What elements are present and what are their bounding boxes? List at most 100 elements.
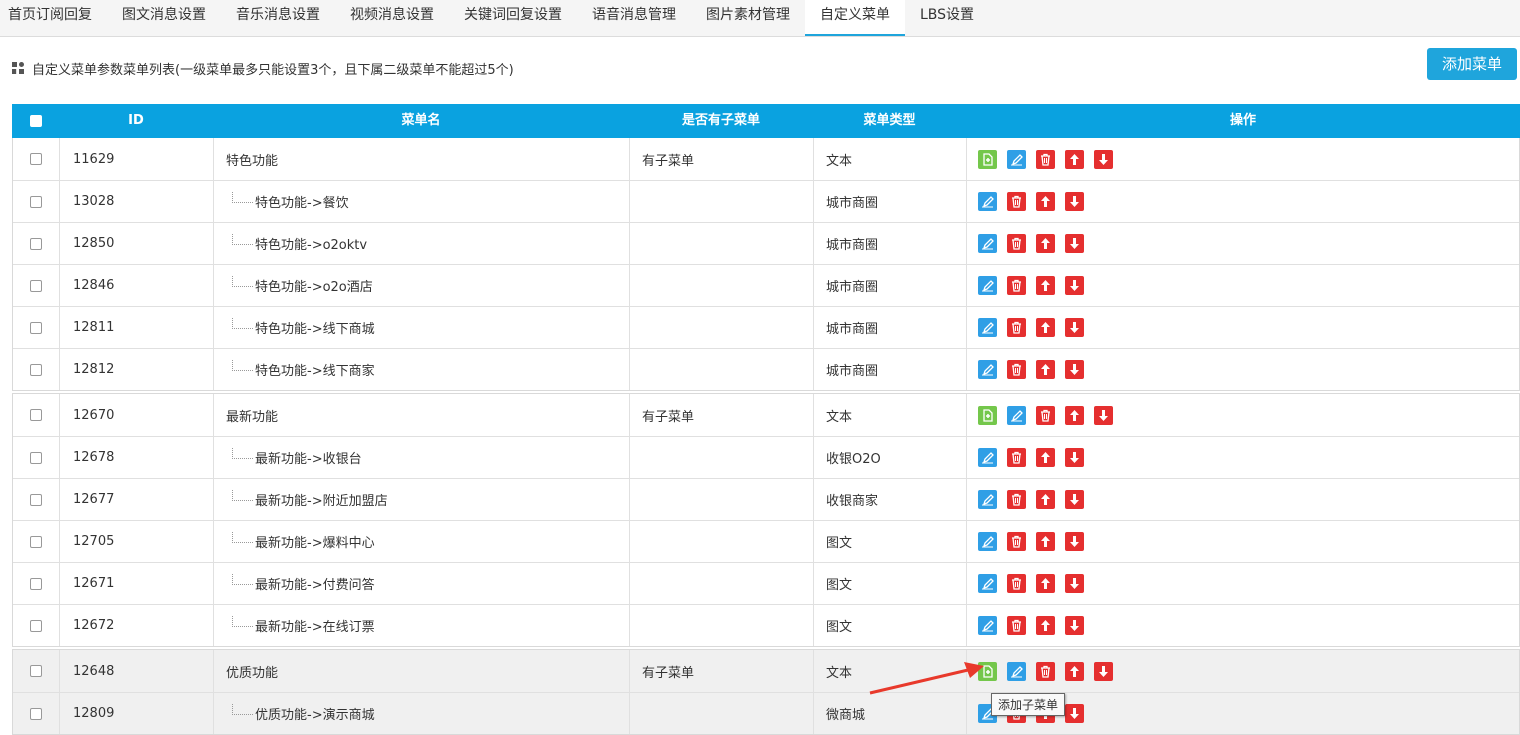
edit-icon[interactable]: [978, 276, 997, 295]
select-all-cell: [12, 104, 59, 138]
delete-icon[interactable]: [1007, 360, 1026, 379]
table-row: 12670 最新功能 有子菜单 文本: [13, 394, 1519, 436]
move-down-icon[interactable]: [1065, 574, 1084, 593]
delete-icon[interactable]: [1007, 318, 1026, 337]
move-up-icon[interactable]: [1036, 490, 1055, 509]
row-checkbox[interactable]: [30, 451, 42, 464]
ops-cell: [967, 563, 1519, 604]
edit-icon[interactable]: [978, 490, 997, 509]
move-down-icon[interactable]: [1065, 234, 1084, 253]
move-down-icon[interactable]: [1065, 448, 1084, 467]
delete-icon[interactable]: [1036, 405, 1055, 425]
table-header: ID 菜单名 是否有子菜单 菜单类型 操作: [12, 104, 1520, 138]
tab-5[interactable]: 语音消息管理: [577, 0, 691, 36]
move-down-icon[interactable]: [1094, 405, 1113, 425]
id-cell: 12677: [60, 479, 214, 520]
add-submenu-icon[interactable]: [978, 405, 997, 425]
menu-group: 11629 特色功能 有子菜单 文本 13028 特色功能->餐饮 城市商圈 12850 特色功…: [12, 138, 1520, 391]
select-cell: [13, 265, 60, 306]
edit-icon[interactable]: [1007, 405, 1026, 425]
move-up-icon[interactable]: [1036, 360, 1055, 379]
tab-0[interactable]: 首页订阅回复: [0, 0, 107, 36]
move-up-icon[interactable]: [1065, 661, 1084, 681]
move-down-icon[interactable]: [1065, 318, 1084, 337]
move-up-icon[interactable]: [1036, 318, 1055, 337]
row-checkbox[interactable]: [30, 237, 42, 250]
edit-icon[interactable]: [978, 532, 997, 551]
select-cell: [13, 521, 60, 562]
delete-icon[interactable]: [1007, 574, 1026, 593]
edit-icon[interactable]: [1007, 661, 1026, 681]
move-down-icon[interactable]: [1065, 616, 1084, 635]
row-checkbox[interactable]: [30, 665, 42, 677]
menu-type: 城市商圈: [826, 322, 879, 337]
move-down-icon[interactable]: [1094, 661, 1113, 681]
tab-8[interactable]: LBS设置: [905, 0, 989, 36]
move-up-icon[interactable]: [1065, 149, 1084, 169]
edit-icon[interactable]: [978, 574, 997, 593]
delete-icon[interactable]: [1007, 192, 1026, 211]
move-up-icon[interactable]: [1036, 532, 1055, 551]
row-checkbox[interactable]: [30, 153, 42, 165]
delete-icon[interactable]: [1007, 616, 1026, 635]
row-checkbox[interactable]: [30, 493, 42, 506]
move-up-icon[interactable]: [1036, 234, 1055, 253]
table-row: 12812 特色功能->线下商家 城市商圈: [13, 348, 1519, 390]
move-down-icon[interactable]: [1065, 532, 1084, 551]
move-up-icon[interactable]: [1036, 276, 1055, 295]
has-sub-cell: [630, 265, 814, 306]
add-menu-button[interactable]: 添加菜单: [1427, 48, 1517, 80]
tab-1[interactable]: 图文消息设置: [107, 0, 221, 36]
move-down-icon[interactable]: [1065, 490, 1084, 509]
row-checkbox[interactable]: [30, 619, 42, 632]
edit-icon[interactable]: [978, 360, 997, 379]
move-up-icon[interactable]: [1036, 192, 1055, 211]
tree-connector: [232, 448, 253, 459]
add-submenu-icon[interactable]: [978, 149, 997, 169]
row-checkbox[interactable]: [30, 409, 42, 421]
edit-icon[interactable]: [978, 448, 997, 467]
tab-2[interactable]: 音乐消息设置: [221, 0, 335, 36]
move-up-icon[interactable]: [1036, 448, 1055, 467]
edit-icon[interactable]: [978, 318, 997, 337]
select-cell: [13, 181, 60, 222]
edit-icon[interactable]: [978, 192, 997, 211]
header-ops: 操作: [1229, 113, 1256, 128]
delete-icon[interactable]: [1036, 661, 1055, 681]
edit-icon[interactable]: [978, 234, 997, 253]
edit-icon[interactable]: [1007, 149, 1026, 169]
tab-3[interactable]: 视频消息设置: [335, 0, 449, 36]
row-checkbox[interactable]: [30, 535, 42, 548]
tree-connector: [232, 192, 253, 203]
delete-icon[interactable]: [1007, 234, 1026, 253]
id-cell: 12672: [60, 605, 214, 646]
move-down-icon[interactable]: [1065, 192, 1084, 211]
edit-icon[interactable]: [978, 616, 997, 635]
move-up-icon[interactable]: [1036, 616, 1055, 635]
tab-4[interactable]: 关键词回复设置: [449, 0, 577, 36]
select-all-checkbox[interactable]: [29, 114, 42, 127]
table-row: 12850 特色功能->o2oktv 城市商圈: [13, 222, 1519, 264]
move-down-icon[interactable]: [1094, 149, 1113, 169]
row-checkbox[interactable]: [30, 321, 42, 334]
has-sub-cell: 有子菜单: [630, 394, 814, 436]
delete-icon[interactable]: [1007, 532, 1026, 551]
row-checkbox[interactable]: [30, 577, 42, 590]
name-cell: 优质功能->演示商城: [214, 693, 630, 734]
row-checkbox[interactable]: [30, 363, 42, 376]
row-checkbox[interactable]: [30, 279, 42, 292]
delete-icon[interactable]: [1007, 276, 1026, 295]
row-checkbox[interactable]: [30, 195, 42, 208]
move-up-icon[interactable]: [1036, 574, 1055, 593]
table-row: 12811 特色功能->线下商城 城市商圈: [13, 306, 1519, 348]
move-down-icon[interactable]: [1065, 704, 1084, 723]
move-up-icon[interactable]: [1065, 405, 1084, 425]
delete-icon[interactable]: [1007, 448, 1026, 467]
tab-7[interactable]: 自定义菜单: [805, 0, 905, 36]
move-down-icon[interactable]: [1065, 360, 1084, 379]
tab-6[interactable]: 图片素材管理: [691, 0, 805, 36]
delete-icon[interactable]: [1036, 149, 1055, 169]
row-checkbox[interactable]: [30, 707, 42, 720]
delete-icon[interactable]: [1007, 490, 1026, 509]
move-down-icon[interactable]: [1065, 276, 1084, 295]
